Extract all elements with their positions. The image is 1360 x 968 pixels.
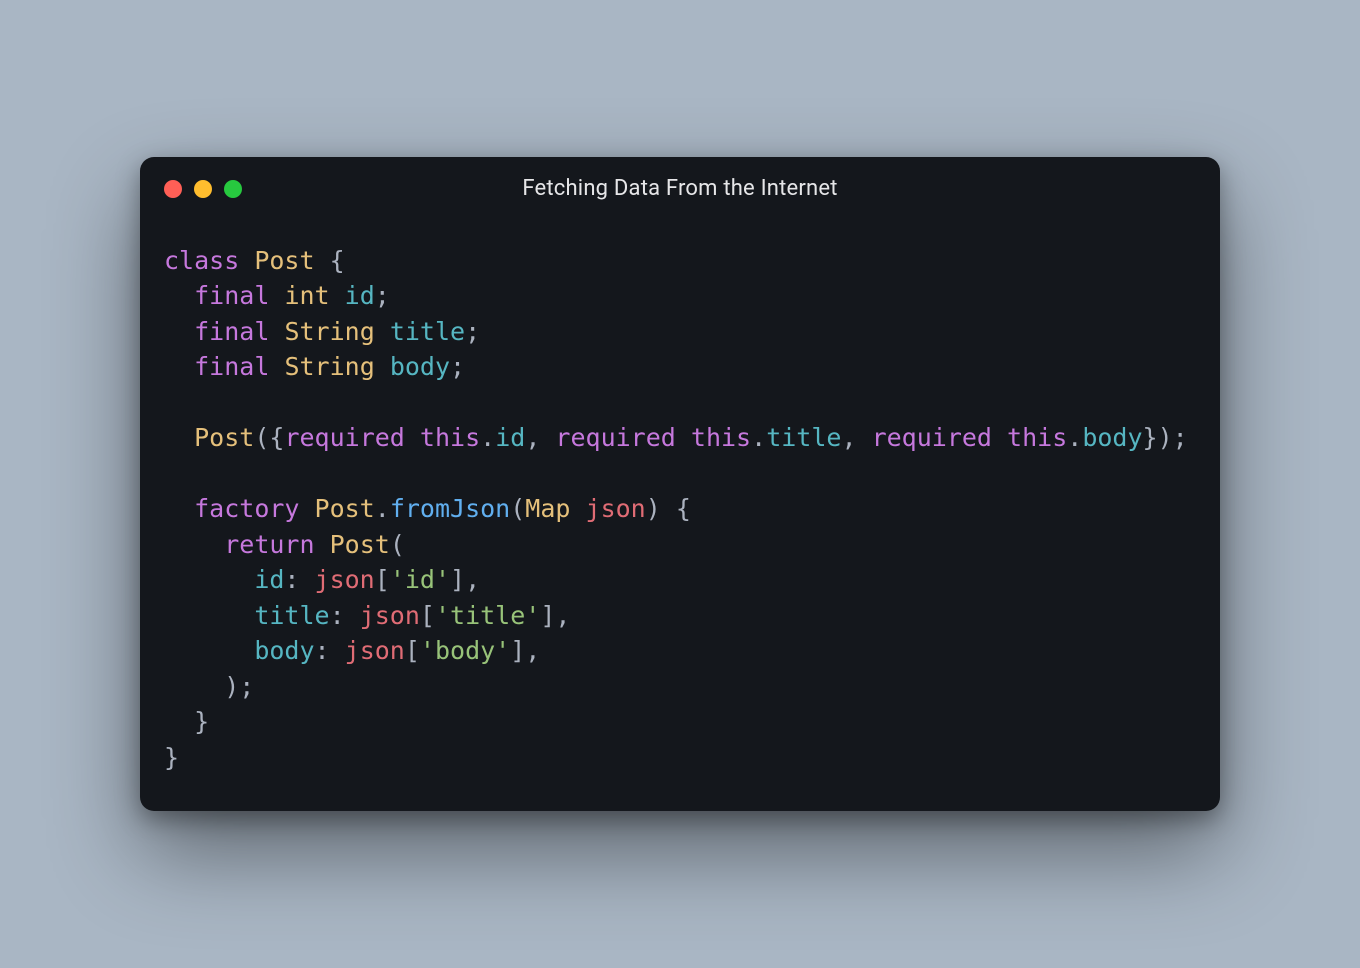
code-token (330, 281, 345, 310)
code-token: ], (540, 601, 570, 630)
code-token (164, 601, 254, 630)
code-token: id (254, 565, 284, 594)
code-token: 'body' (420, 636, 510, 665)
code-token: ); (164, 672, 254, 701)
code-token: id (495, 423, 525, 452)
minimize-icon[interactable] (194, 180, 212, 198)
code-token (375, 317, 390, 346)
code-token: json (360, 601, 420, 630)
code-token: ; (450, 352, 465, 381)
code-token (164, 530, 224, 559)
code-token: . (480, 423, 495, 452)
code-token: required (284, 423, 404, 452)
code-token (269, 317, 284, 346)
code-token: : (330, 601, 360, 630)
code-token: title (766, 423, 841, 452)
code-token: final (194, 352, 269, 381)
code-token: : (284, 565, 314, 594)
code-token: body (390, 352, 450, 381)
code-token: factory (194, 494, 299, 523)
code-token: ], (510, 636, 540, 665)
code-token (164, 636, 254, 665)
code-token: String (284, 352, 374, 381)
code-token (239, 246, 254, 275)
code-token: return (224, 530, 314, 559)
code-token (570, 494, 585, 523)
code-token: ], (450, 565, 480, 594)
code-token: [ (405, 636, 420, 665)
code-token (405, 423, 420, 452)
close-icon[interactable] (164, 180, 182, 198)
traffic-lights (164, 180, 242, 198)
code-token: . (751, 423, 766, 452)
code-token (164, 352, 194, 381)
code-token (164, 565, 254, 594)
code-token: Post (315, 494, 375, 523)
code-token: , (525, 423, 555, 452)
code-token: , (841, 423, 871, 452)
code-token: ) { (646, 494, 691, 523)
code-token (992, 423, 1007, 452)
code-token: ({ (254, 423, 284, 452)
code-token: [ (420, 601, 435, 630)
code-token (164, 494, 194, 523)
code-token (299, 494, 314, 523)
titlebar: Fetching Data From the Internet (140, 157, 1220, 221)
code-token: title (390, 317, 465, 346)
code-token: { (315, 246, 345, 275)
code-token (269, 352, 284, 381)
code-token: required (872, 423, 992, 452)
code-token: Post (194, 423, 254, 452)
code-token (164, 281, 194, 310)
code-token (164, 317, 194, 346)
code-token: Post (330, 530, 390, 559)
code-token: fromJson (390, 494, 510, 523)
code-token (375, 352, 390, 381)
code-token: json (345, 636, 405, 665)
code-token: } (164, 743, 179, 772)
code-token (315, 530, 330, 559)
code-token: final (194, 317, 269, 346)
code-token: : (315, 636, 345, 665)
code-window: Fetching Data From the Internet class Po… (140, 157, 1220, 812)
code-token: ( (510, 494, 525, 523)
code-token (676, 423, 691, 452)
code-token: 'title' (435, 601, 540, 630)
code-token: } (164, 707, 209, 736)
code-token: ( (390, 530, 405, 559)
code-token: this (1007, 423, 1067, 452)
code-token: ; (375, 281, 390, 310)
code-block: class Post { final int id; final String … (140, 221, 1220, 776)
code-token: this (420, 423, 480, 452)
code-token: json (586, 494, 646, 523)
window-title: Fetching Data From the Internet (522, 176, 837, 201)
code-token: final (194, 281, 269, 310)
code-token: class (164, 246, 239, 275)
code-token: int (284, 281, 329, 310)
code-token: . (1067, 423, 1082, 452)
code-token (269, 281, 284, 310)
code-token: body (254, 636, 314, 665)
code-token: 'id' (390, 565, 450, 594)
code-token: this (691, 423, 751, 452)
zoom-icon[interactable] (224, 180, 242, 198)
code-token: title (254, 601, 329, 630)
code-token: . (375, 494, 390, 523)
code-token (164, 423, 194, 452)
code-token: }); (1143, 423, 1188, 452)
code-token: Post (254, 246, 314, 275)
code-token: String (284, 317, 374, 346)
code-token: required (555, 423, 675, 452)
code-token: json (315, 565, 375, 594)
code-token: id (345, 281, 375, 310)
code-token: body (1082, 423, 1142, 452)
code-token: [ (375, 565, 390, 594)
code-token: ; (465, 317, 480, 346)
code-token: Map (525, 494, 570, 523)
